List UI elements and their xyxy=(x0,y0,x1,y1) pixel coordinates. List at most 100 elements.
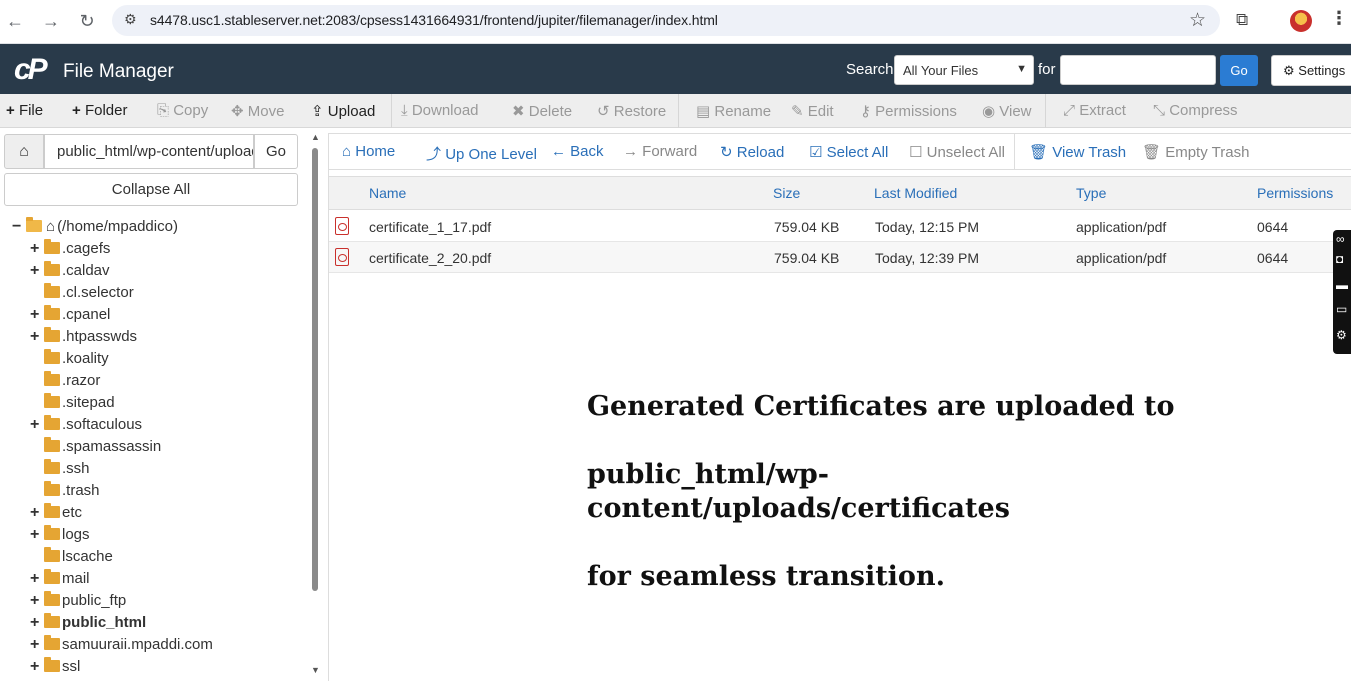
tree-item-label[interactable]: public_html xyxy=(62,614,146,631)
expand-icon[interactable]: + xyxy=(30,590,44,612)
view-trash-button[interactable]: 🗑 View Trash xyxy=(1029,143,1126,161)
scrollbar-thumb[interactable] xyxy=(312,148,318,591)
unselect-all-button[interactable]: ☐ Unselect All xyxy=(909,143,1005,161)
expand-icon[interactable]: + xyxy=(30,568,44,590)
upload-button[interactable]: ⇪ Upload xyxy=(311,102,375,120)
expand-icon[interactable]: + xyxy=(30,304,44,326)
view-button[interactable]: ◉ View xyxy=(982,102,1032,120)
back-button[interactable]: ← Back xyxy=(551,143,604,160)
move-button[interactable]: ✥ Move xyxy=(231,102,284,120)
new-file-button[interactable]: + File xyxy=(6,102,43,119)
tree-item-label[interactable]: public_ftp xyxy=(62,592,126,609)
tree-item-label[interactable]: samuuraii.mpaddi.com xyxy=(62,636,213,653)
search-input[interactable] xyxy=(1060,55,1216,85)
expand-icon[interactable]: + xyxy=(30,414,44,436)
tree-item[interactable]: + .softaculous xyxy=(30,414,142,436)
expand-icon[interactable]: + xyxy=(30,326,44,348)
expand-icon[interactable]: + xyxy=(30,260,44,282)
rectangle-icon[interactable]: ▬ xyxy=(1336,278,1348,292)
search-scope-select[interactable]: All Your Files ▼ xyxy=(894,55,1034,85)
permissions-button[interactable]: ⚷ Permissions xyxy=(860,102,957,120)
tree-item[interactable]: .ssh xyxy=(30,458,90,480)
path-input[interactable]: public_html/wp-content/uploads/certifica… xyxy=(44,134,254,169)
bookmark-star-icon[interactable]: ☆ xyxy=(1189,9,1206,32)
tree-item-label[interactable]: .ssh xyxy=(62,460,90,477)
url-text[interactable]: s4478.usc1.stableserver.net:2083/cpsess1… xyxy=(150,12,718,28)
tree-item[interactable]: + ssl xyxy=(30,656,80,678)
tree-item-label[interactable]: .razor xyxy=(62,372,100,389)
tree-item[interactable]: + logs xyxy=(30,524,90,546)
tree-item[interactable]: + .cagefs xyxy=(30,238,110,260)
tree-item[interactable]: + samuuraii.mpaddi.com xyxy=(30,634,213,656)
expand-icon[interactable]: + xyxy=(30,634,44,656)
browser-menu-icon[interactable]: ⋮ xyxy=(1330,8,1348,29)
screen-capture-widget[interactable]: ∞ ◘ ▬ ▭ ⚙ xyxy=(1333,230,1351,354)
tree-item[interactable]: + public_html xyxy=(30,612,146,634)
tree-item[interactable]: .cl.selector xyxy=(30,282,134,304)
tree-item[interactable]: lscache xyxy=(30,546,113,568)
gear-icon[interactable]: ⚙ xyxy=(1336,328,1347,342)
copy-button[interactable]: ⎘ Copy xyxy=(157,102,208,119)
back-arrow-icon[interactable]: ← xyxy=(4,10,26,32)
new-folder-button[interactable]: + Folder xyxy=(72,102,127,119)
tree-item[interactable]: + mail xyxy=(30,568,90,590)
profile-avatar[interactable] xyxy=(1290,10,1312,32)
window-icon[interactable]: ▭ xyxy=(1336,302,1347,316)
up-one-level-button[interactable]: ⤴ Up One Level xyxy=(426,143,537,164)
tree-item[interactable]: .spamassassin xyxy=(30,436,161,458)
tree-item-label[interactable]: .spamassassin xyxy=(62,438,161,455)
home-icon[interactable]: ⌂ xyxy=(4,134,44,169)
restore-button[interactable]: ↺ Restore xyxy=(597,102,666,120)
empty-trash-button[interactable]: 🗑 Empty Trash xyxy=(1142,143,1249,161)
tree-item-label[interactable]: .caldav xyxy=(62,262,110,279)
expand-icon[interactable]: + xyxy=(30,238,44,260)
file-name[interactable]: certificate_1_17.pdf xyxy=(369,219,491,235)
cpanel-logo[interactable]: cP xyxy=(14,55,48,85)
reload-icon[interactable]: ↻ xyxy=(76,10,98,32)
expand-icon[interactable]: + xyxy=(30,656,44,678)
tree-item-label[interactable]: etc xyxy=(62,504,82,521)
forward-button[interactable]: → Forward xyxy=(623,143,697,160)
tree-item-label[interactable]: .sitepad xyxy=(62,394,115,411)
tree-item-label[interactable]: lscache xyxy=(62,548,113,565)
download-button[interactable]: ⤓ Download xyxy=(401,102,479,119)
tree-item-label[interactable]: (/home/mpaddico) xyxy=(57,218,178,235)
tree-item-label[interactable]: .softaculous xyxy=(62,416,142,433)
col-size[interactable]: Size xyxy=(773,185,800,201)
forward-arrow-icon[interactable]: → xyxy=(40,10,62,32)
table-row[interactable]: certificate_2_20.pdf 759.04 KB Today, 12… xyxy=(329,242,1351,273)
path-go-button[interactable]: Go xyxy=(254,134,298,169)
expand-icon[interactable]: + xyxy=(30,502,44,524)
col-last-modified[interactable]: Last Modified xyxy=(874,185,957,201)
tree-item[interactable]: .koality xyxy=(30,348,109,370)
nav-home-button[interactable]: ⌂ Home xyxy=(342,143,395,160)
compress-button[interactable]: ⤡ Compress xyxy=(1153,102,1238,119)
expand-icon[interactable]: + xyxy=(30,612,44,634)
tree-item[interactable]: + .caldav xyxy=(30,260,110,282)
rename-button[interactable]: ▤ Rename xyxy=(696,102,771,120)
col-type[interactable]: Type xyxy=(1076,185,1106,201)
expand-icon[interactable]: + xyxy=(30,524,44,546)
collapse-all-button[interactable]: Collapse All xyxy=(4,173,298,206)
tree-item-label[interactable]: ssl xyxy=(62,658,80,675)
settings-button[interactable]: ⚙ Settings xyxy=(1271,55,1351,86)
tree-item-label[interactable]: .trash xyxy=(62,482,100,499)
tree-item-label[interactable]: .htpasswds xyxy=(62,328,137,345)
tree-item-label[interactable]: .koality xyxy=(62,350,109,367)
address-bar[interactable]: ⚙ s4478.usc1.stableserver.net:2083/cpses… xyxy=(112,5,1220,36)
tree-item[interactable]: .trash xyxy=(30,480,100,502)
edit-button[interactable]: ✎ Edit xyxy=(791,102,834,120)
tree-item[interactable]: + public_ftp xyxy=(30,590,126,612)
scroll-up-icon[interactable]: ▲ xyxy=(311,132,320,142)
tree-item[interactable]: .sitepad xyxy=(30,392,115,414)
camera-icon[interactable]: ◘ xyxy=(1336,252,1343,266)
tree-item-label[interactable]: logs xyxy=(62,526,90,543)
extensions-icon[interactable]: ⧉ xyxy=(1236,10,1248,30)
file-name[interactable]: certificate_2_20.pdf xyxy=(369,250,491,266)
extract-button[interactable]: ⤢ Extract xyxy=(1063,102,1126,119)
tree-scrollbar[interactable]: ▲ ▼ xyxy=(309,130,321,681)
tree-item[interactable]: + .cpanel xyxy=(30,304,110,326)
scroll-down-icon[interactable]: ▼ xyxy=(311,665,320,675)
tree-item[interactable]: + etc xyxy=(30,502,82,524)
tree-item-label[interactable]: .cagefs xyxy=(62,240,110,257)
